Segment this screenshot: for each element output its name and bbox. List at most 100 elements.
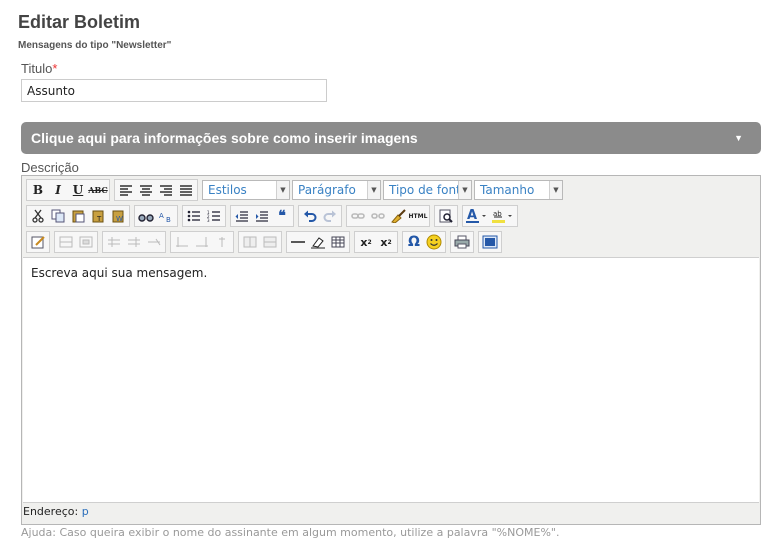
rich-text-editor: B I U ABC Estilos ▼ Parágrafo ▼ Tipo de fo… (21, 175, 761, 525)
help-text: Ajuda: Caso queira exibir o nome do assi… (21, 526, 560, 539)
insert-layer-icon[interactable] (56, 232, 76, 252)
replace-icon[interactable]: AB (156, 206, 176, 226)
copy-icon[interactable] (48, 206, 68, 226)
cut-icon[interactable] (28, 206, 48, 226)
cell-group (238, 231, 282, 253)
layer-group (54, 231, 98, 253)
toolbar-row-3: x2 x2 Ω (26, 231, 506, 253)
table-icon[interactable] (328, 232, 348, 252)
title-input[interactable] (21, 79, 327, 102)
preview-icon[interactable] (436, 206, 456, 226)
char-group: Ω (402, 231, 446, 253)
title-label-text: Titulo (21, 61, 53, 76)
print-group (450, 231, 474, 253)
insert-group (286, 231, 350, 253)
align-right-icon[interactable] (156, 180, 176, 200)
align-left-icon[interactable] (116, 180, 136, 200)
subscript-button[interactable]: x2 (356, 232, 376, 252)
highlight-color-button[interactable]: ab (490, 206, 516, 226)
font-family-select[interactable]: Tipo de fonte ▼ (383, 180, 472, 200)
text-style-group: B I U ABC (26, 179, 110, 201)
indent-icon[interactable] (252, 206, 272, 226)
clipboard-group: T W (26, 205, 130, 227)
find-icon[interactable] (136, 206, 156, 226)
font-size-select[interactable]: Tamanho ▼ (474, 180, 563, 200)
justify-icon[interactable] (176, 180, 196, 200)
paste-word-icon[interactable]: W (108, 206, 128, 226)
bullet-list-icon[interactable] (184, 206, 204, 226)
font-size-select-value: Tamanho (480, 183, 535, 197)
link-icon[interactable] (348, 206, 368, 226)
edit-group (26, 231, 50, 253)
svg-text:A: A (159, 212, 164, 220)
fullscreen-icon[interactable] (480, 232, 500, 252)
editor-statusbar: Endereço: p (23, 505, 89, 518)
italic-button[interactable]: I (48, 180, 68, 200)
numbered-list-icon[interactable]: 123 (204, 206, 224, 226)
image-info-accordion[interactable]: Clique aqui para informações sobre como … (21, 122, 761, 154)
styles-select[interactable]: Estilos ▼ (202, 180, 290, 200)
delete-col-icon[interactable] (212, 232, 232, 252)
superscript-button[interactable]: x2 (376, 232, 396, 252)
format-select[interactable]: Parágrafo ▼ (292, 180, 381, 200)
paste-icon[interactable] (68, 206, 88, 226)
link-group: HTML (346, 205, 430, 227)
align-center-icon[interactable] (136, 180, 156, 200)
font-family-select-value: Tipo de fonte (389, 183, 469, 197)
chevron-down-icon: ▼ (458, 181, 471, 199)
align-group (114, 179, 198, 201)
color-group: A ab (462, 205, 518, 227)
emoticon-icon[interactable] (424, 232, 444, 252)
merge-cells-icon[interactable] (260, 232, 280, 252)
chevron-down-icon: ▼ (276, 181, 289, 199)
outdent-icon[interactable] (232, 206, 252, 226)
title-field-label: Titulo* (21, 61, 57, 76)
styles-select-value: Estilos (208, 183, 247, 197)
toolbar-row-1: B I U ABC Estilos ▼ Parágrafo ▼ Tipo de fo… (26, 179, 565, 201)
accordion-label: Clique aqui para informações sobre como … (31, 130, 418, 146)
script-group: x2 x2 (354, 231, 398, 253)
unlink-icon[interactable] (368, 206, 388, 226)
row-after-icon[interactable] (124, 232, 144, 252)
col-after-icon[interactable] (192, 232, 212, 252)
strikethrough-button[interactable]: ABC (88, 180, 108, 200)
description-label: Descrição (21, 160, 79, 175)
edit-css-icon[interactable] (28, 232, 48, 252)
special-char-button[interactable]: Ω (404, 232, 424, 252)
row-before-icon[interactable] (104, 232, 124, 252)
delete-row-icon[interactable] (144, 232, 164, 252)
svg-text:A: A (467, 208, 477, 223)
remove-format-icon[interactable] (308, 232, 328, 252)
fullscreen-group (478, 231, 502, 253)
preview-group (434, 205, 458, 227)
font-color-button[interactable]: A (464, 206, 490, 226)
svg-text:B: B (166, 216, 171, 223)
undo-icon[interactable] (300, 206, 320, 226)
editor-content-area[interactable]: Escreva aqui sua mensagem. (23, 257, 759, 503)
print-icon[interactable] (452, 232, 472, 252)
superscript-index-icon: 2 (387, 238, 392, 246)
horizontal-rule-icon[interactable] (288, 232, 308, 252)
html-source-button[interactable]: HTML (408, 206, 428, 226)
path-element-link[interactable]: p (82, 505, 89, 518)
cleanup-icon[interactable] (388, 206, 408, 226)
bold-button[interactable]: B (28, 180, 48, 200)
chevron-down-icon: ▼ (734, 133, 743, 143)
svg-text:T: T (96, 215, 102, 223)
superscript-label: x (380, 235, 388, 249)
required-asterisk: * (52, 61, 58, 76)
subscript-label: x (360, 235, 368, 249)
page-title: Editar Boletim (18, 12, 141, 32)
move-layer-icon[interactable] (76, 232, 96, 252)
col-before-icon[interactable] (172, 232, 192, 252)
underline-button[interactable]: U (68, 180, 88, 200)
list-group: 123 (182, 205, 226, 227)
column-group (170, 231, 234, 253)
redo-icon[interactable] (320, 206, 340, 226)
svg-text:W: W (116, 215, 123, 223)
toolbar-row-2: T W AB 123 ❝ HTML A ab (26, 205, 522, 227)
split-cells-icon[interactable] (240, 232, 260, 252)
paste-text-icon[interactable]: T (88, 206, 108, 226)
indent-group: ❝ (230, 205, 294, 227)
blockquote-icon[interactable]: ❝ (272, 206, 292, 226)
